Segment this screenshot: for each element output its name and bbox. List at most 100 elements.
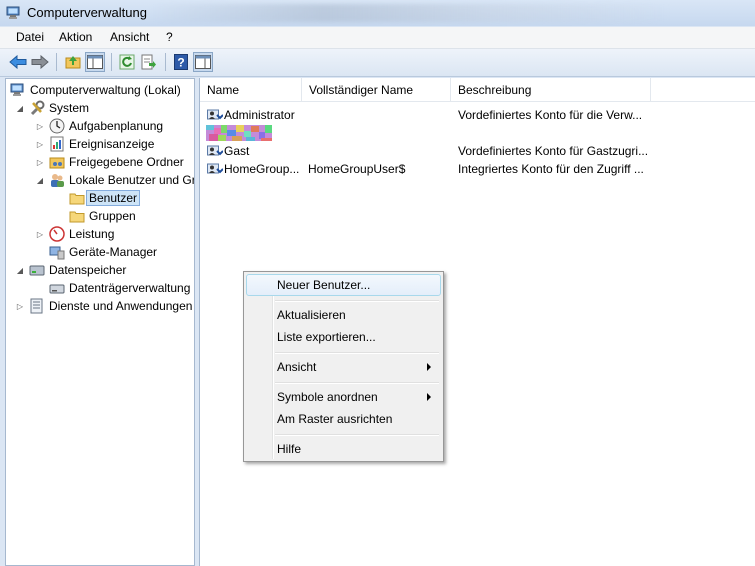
expand-triangle-icon[interactable]: ▷	[35, 121, 45, 131]
forward-arrow-icon	[31, 55, 49, 69]
expand-triangle-icon[interactable]: ▷	[35, 157, 45, 167]
computer-management-icon	[10, 83, 24, 96]
up-folder-icon	[65, 56, 81, 69]
menu-aktion[interactable]: Aktion	[59, 30, 92, 44]
menu-item-export-list[interactable]: Liste exportieren...	[246, 326, 441, 348]
toolbar-separator	[165, 53, 166, 71]
toolbar: ?	[0, 49, 755, 77]
tree-item-label: Aufgabenplanung	[69, 119, 164, 133]
column-header-description[interactable]: Beschreibung	[451, 78, 651, 102]
tree-item-label: Datenträgerverwaltung	[69, 281, 191, 295]
help-icon: ?	[174, 54, 188, 70]
cell-description: Vordefiniertes Konto für die Verw...	[458, 108, 643, 122]
tree-item-freigegebene-ordner[interactable]: ▷ Freigegebene Ordner	[35, 153, 184, 171]
show-hide-tree-icon	[87, 55, 103, 69]
tree-item-label: Leistung	[69, 227, 115, 241]
cell-name: HomeGroup...	[224, 162, 300, 176]
tree-item-label: Gruppen	[89, 209, 136, 223]
menu-item-new-user[interactable]: Neuer Benutzer...	[246, 274, 441, 296]
refresh-button[interactable]	[117, 52, 137, 72]
tree-item-dienste-und-anwendungen[interactable]: ▷ Dienste und Anwendungen	[15, 297, 192, 315]
tree-item-aufgabenplanung[interactable]: ▷ Aufgabenplanung	[35, 117, 163, 135]
shared-folder-icon	[49, 157, 65, 169]
cell-description: Vordefiniertes Konto für Gastzugri...	[458, 144, 649, 158]
table-row[interactable]: Gast Vordefiniertes Konto für Gastzugri.…	[200, 142, 755, 160]
menu-item-label: Hilfe	[277, 442, 302, 456]
collapse-triangle-icon[interactable]: ◢	[15, 103, 25, 113]
services-icon	[30, 298, 43, 314]
user-icon	[207, 109, 223, 120]
menu-item-refresh[interactable]: Aktualisieren	[246, 304, 441, 326]
refresh-icon	[119, 54, 135, 70]
toolbar-separator	[111, 53, 112, 71]
performance-icon	[49, 226, 65, 242]
collapse-triangle-icon[interactable]: ◢	[35, 175, 45, 185]
forward-button[interactable]	[30, 52, 50, 72]
menu-item-label: Neuer Benutzer...	[277, 278, 371, 292]
menu-ansicht[interactable]: Ansicht	[110, 30, 149, 44]
back-arrow-icon	[9, 55, 27, 69]
up-level-button[interactable]	[63, 52, 83, 72]
show-hide-tree-button[interactable]	[85, 52, 105, 72]
tree-item-datenspeicher[interactable]: ◢ Datenspeicher	[15, 261, 126, 279]
blurred-background-text	[150, 4, 670, 22]
toolbar-separator	[56, 53, 57, 71]
table-row[interactable]: HomeGroup... HomeGroupUser$ Integriertes…	[200, 160, 755, 178]
system-tools-icon	[30, 100, 45, 116]
folder-icon	[69, 193, 85, 205]
tree-item-geraete-manager[interactable]: Geräte-Manager	[49, 243, 157, 261]
menu-help[interactable]: ?	[166, 30, 173, 44]
export-list-button[interactable]	[139, 52, 159, 72]
expand-triangle-icon[interactable]: ▷	[15, 301, 25, 311]
menu-item-label: Am Raster ausrichten	[277, 412, 393, 426]
expand-triangle-icon[interactable]: ▷	[35, 139, 45, 149]
tree-item-label: Computerverwaltung (Lokal)	[30, 83, 181, 97]
tree-item-computerverwaltung[interactable]: Computerverwaltung (Lokal)	[10, 81, 181, 99]
menu-separator	[275, 300, 439, 302]
tree-item-benutzer[interactable]: Benutzer	[69, 189, 141, 207]
submenu-arrow-icon	[427, 393, 431, 401]
menu-bar: Datei Aktion Ansicht ?	[0, 27, 755, 49]
menu-item-view[interactable]: Ansicht	[246, 356, 441, 378]
table-row-redacted[interactable]	[200, 124, 755, 142]
storage-icon	[29, 265, 45, 276]
menu-item-label: Liste exportieren...	[277, 330, 376, 344]
export-list-icon	[141, 54, 156, 70]
clock-icon	[49, 118, 65, 134]
tree-item-system[interactable]: ◢ System	[15, 99, 89, 117]
tree-item-label: Benutzer	[85, 190, 141, 206]
show-hide-action-pane-button[interactable]	[193, 52, 213, 72]
tree-item-label: System	[49, 101, 90, 115]
column-header-full-name[interactable]: Vollständiger Name	[302, 78, 451, 102]
menu-item-label: Symbole anordnen	[277, 390, 378, 404]
device-manager-icon	[49, 246, 65, 260]
cell-name: Administrator	[224, 108, 295, 122]
menu-item-align-to-grid[interactable]: Am Raster ausrichten	[246, 408, 441, 430]
svg-text:?: ?	[177, 56, 184, 70]
help-button[interactable]: ?	[171, 52, 191, 72]
menu-item-arrange-icons[interactable]: Symbole anordnen	[246, 386, 441, 408]
column-header-empty	[651, 78, 755, 102]
menu-item-help[interactable]: Hilfe	[246, 438, 441, 460]
cell-name: Gast	[224, 144, 250, 158]
cell-description: Integriertes Konto für den Zugriff ...	[458, 162, 644, 176]
menu-datei[interactable]: Datei	[16, 30, 44, 44]
tree-item-label: Geräte-Manager	[69, 245, 158, 259]
tree-item-ereignisanzeige[interactable]: ▷ Ereignisanzeige	[35, 135, 154, 153]
back-button[interactable]	[8, 52, 28, 72]
tree-item-datentraegerverwaltung[interactable]: Datenträgerverwaltung	[49, 279, 190, 297]
console-tree: Computerverwaltung (Lokal) ◢ System ▷ Au…	[5, 78, 195, 566]
column-header-name[interactable]: Name	[200, 78, 302, 102]
expand-triangle-icon[interactable]: ▷	[35, 229, 45, 239]
tree-item-lokale-benutzer[interactable]: ◢ Lokale Benutzer und Gr	[35, 171, 194, 189]
tree-item-label: Freigegebene Ordner	[69, 155, 184, 169]
tree-item-leistung[interactable]: ▷ Leistung	[35, 225, 114, 243]
table-row[interactable]: Administrator Vordefiniertes Konto für d…	[200, 106, 755, 124]
tree-item-gruppen[interactable]: Gruppen	[69, 207, 136, 225]
user-icon	[207, 145, 223, 156]
collapse-triangle-icon[interactable]: ◢	[15, 265, 25, 275]
cell-full-name: HomeGroupUser$	[308, 162, 406, 176]
user-icon	[207, 163, 223, 174]
menu-separator	[275, 352, 439, 354]
tree-item-label: Dienste und Anwendungen	[49, 299, 193, 313]
